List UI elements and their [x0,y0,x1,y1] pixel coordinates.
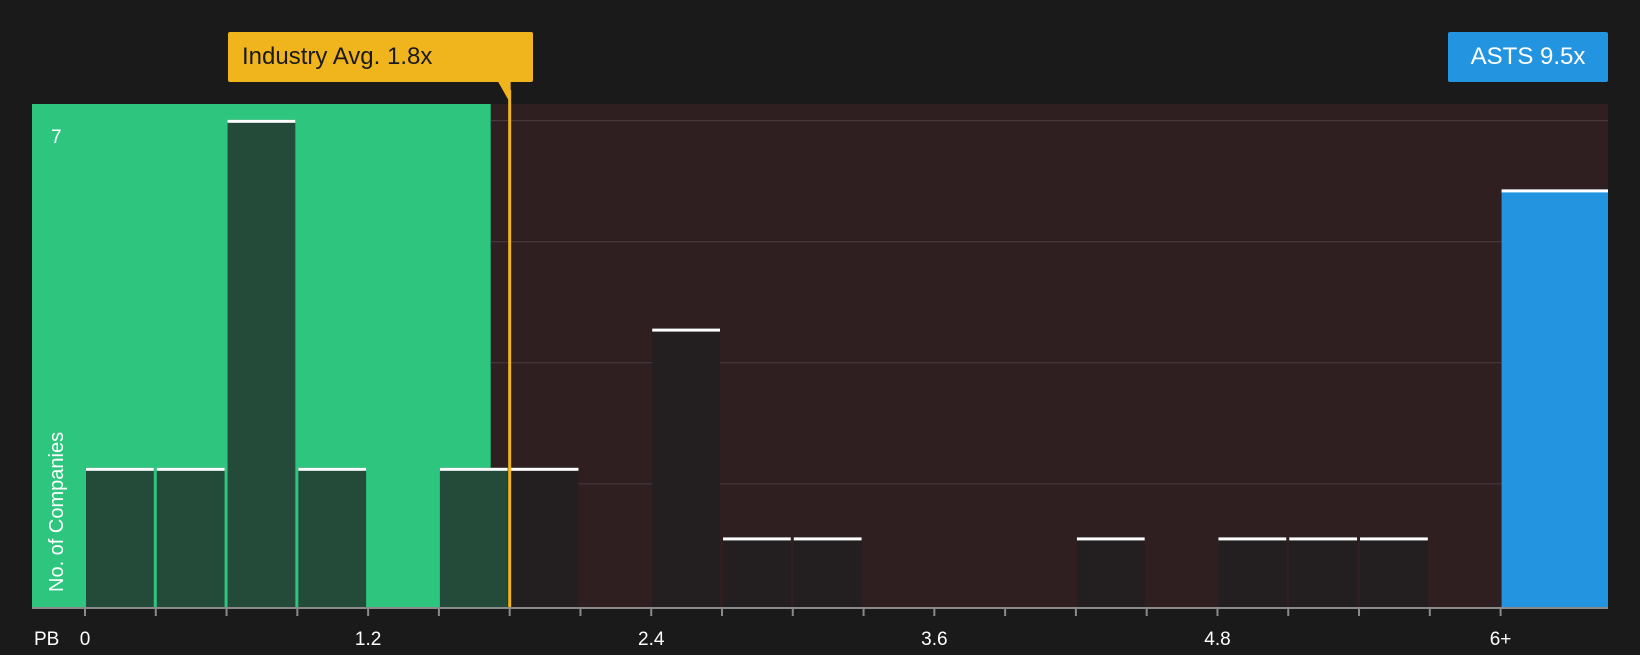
histogram-bar [86,467,154,607]
histogram-bar-cap [156,467,225,471]
histogram-bar-cap [1076,537,1145,541]
histogram-bar [439,467,508,607]
histogram-bar [1289,537,1358,607]
x-tick-label: 0 [80,629,91,650]
histogram-bar [1076,537,1145,607]
histogram-bar [652,328,721,607]
histogram-bar [723,537,791,607]
histogram-bar [227,119,296,608]
histogram-bar-cap [439,467,508,471]
histogram-bar-cap [652,328,721,332]
histogram-bar [1218,537,1287,607]
histogram-bar [1360,537,1428,607]
histogram-bar-cap [298,467,367,471]
company-bar [1501,189,1608,607]
x-axis-label: PB [34,629,59,650]
histogram-bar-cap [723,537,791,541]
y-axis-label: No. of Companies [46,432,68,592]
x-tick-label: 4.8 [1204,629,1230,650]
chart-canvas: 0 1.2 2.4 3.6 4.8 6+ PB 7 No. of Companies [32,81,1608,650]
x-tick-label: 2.4 [638,629,665,650]
y-tick-label: 7 [51,127,62,148]
x-tick-label: 6+ [1490,629,1512,650]
histogram-bar [793,537,862,607]
histogram-bar-cap [1218,537,1287,541]
x-tick-label: 3.6 [921,629,947,650]
company-pb-badge: ASTS 9.5x [1448,32,1608,82]
histogram-bar [510,467,579,607]
histogram-bar-cap [793,537,862,541]
histogram-bar-cap [1360,537,1428,541]
x-tick-label: 1.2 [355,629,381,650]
industry-average-badge: Industry Avg. 1.8x [228,32,533,82]
pb-distribution-chart: 0 1.2 2.4 3.6 4.8 6+ PB 7 No. of Companies Indus… [0,0,1640,650]
histogram-bar-cap [510,467,579,471]
histogram-bar-cap [1289,537,1358,541]
histogram-bar [156,467,225,607]
histogram-bar-cap [86,467,154,471]
histogram-bar [298,467,367,607]
company-bar-cap [1501,189,1608,193]
histogram-bar-cap [227,119,296,123]
